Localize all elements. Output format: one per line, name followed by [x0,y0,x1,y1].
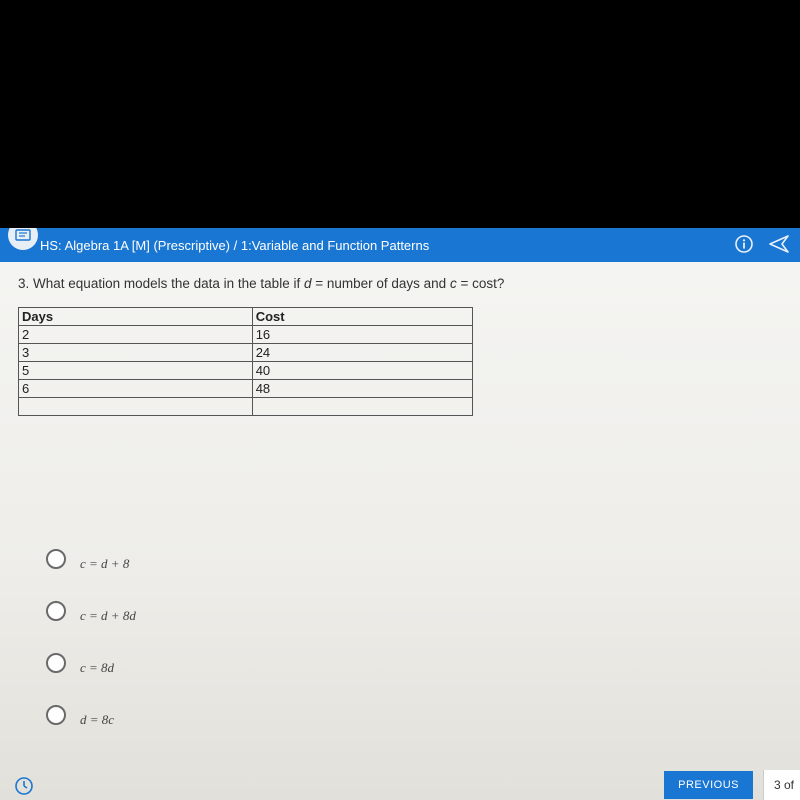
app-screen: HS: Algebra 1A [M] (Prescriptive) / 1:Va… [0,228,800,800]
col-days: Days [19,308,253,326]
question-suffix: = cost? [457,276,505,291]
course-title: HS: Algebra 1A [M] (Prescriptive) / 1:Va… [40,238,429,253]
info-icon[interactable] [734,234,754,257]
nav-bar: PREVIOUS 3 of [664,770,800,800]
option-b[interactable]: c = d + 8d [46,598,782,624]
radio-icon[interactable] [46,601,66,621]
option-c-label: c = 8d [80,650,114,676]
option-d-label: d = 8c [80,702,114,728]
table-row [19,398,473,416]
option-a-label: c = d + 8 [80,546,129,572]
option-a[interactable]: c = d + 8 [46,546,782,572]
send-icon[interactable] [768,234,790,257]
page-indicator: 3 of [763,770,800,800]
clock-icon[interactable] [14,776,34,796]
option-d[interactable]: d = 8c [46,702,782,728]
lesson-icon [8,228,38,250]
question-mid: = number of days and [311,276,449,291]
table-row: 324 [19,344,473,362]
course-header: HS: Algebra 1A [M] (Prescriptive) / 1:Va… [0,228,800,262]
option-b-label: c = d + 8d [80,598,136,624]
variable-c: c [450,276,457,291]
question-content: 3. What equation models the data in the … [0,262,800,728]
radio-icon[interactable] [46,653,66,673]
question-prefix: What equation models the data in the tab… [33,276,304,291]
table-row: 540 [19,362,473,380]
question-number: 3. [18,276,29,291]
radio-icon[interactable] [46,549,66,569]
radio-icon[interactable] [46,705,66,725]
data-table: Days Cost 216 324 540 648 [18,307,473,416]
table-row: 648 [19,380,473,398]
question-text: 3. What equation models the data in the … [18,276,782,291]
col-cost: Cost [252,308,472,326]
previous-button[interactable]: PREVIOUS [664,771,753,799]
answer-options: c = d + 8 c = d + 8d c = 8d d = 8c [18,546,782,728]
table-header-row: Days Cost [19,308,473,326]
option-c[interactable]: c = 8d [46,650,782,676]
table-row: 216 [19,326,473,344]
